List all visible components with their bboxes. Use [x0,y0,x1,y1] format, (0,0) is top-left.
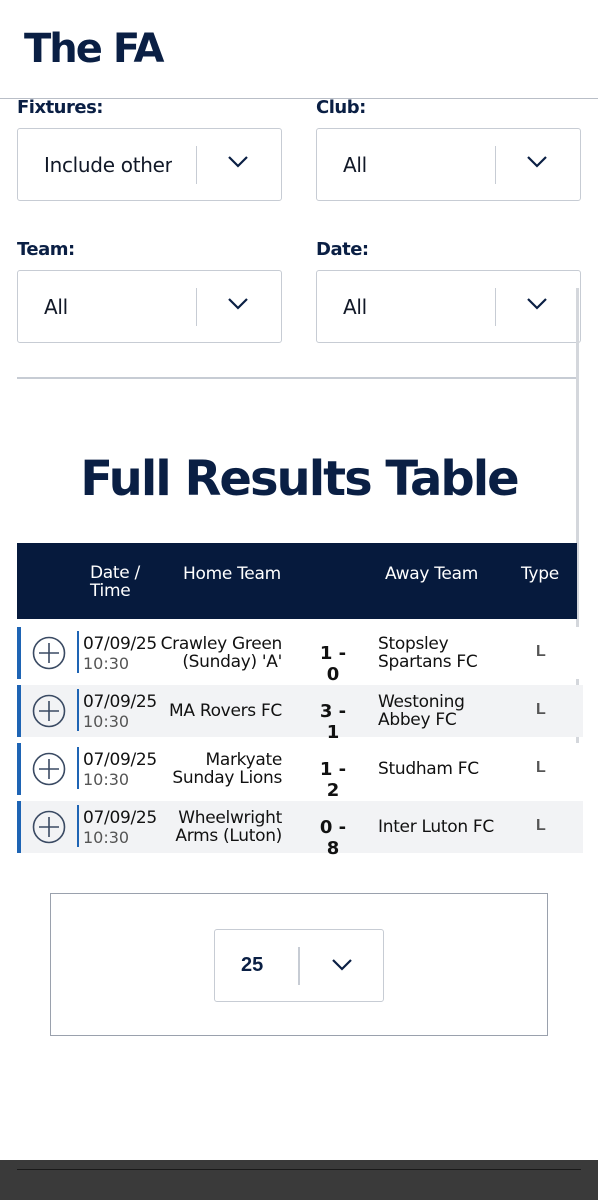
select-divider [195,146,197,184]
match-type: L [536,817,546,834]
select-divider [494,146,496,184]
match-type: L [536,701,546,718]
team-select[interactable]: All [17,270,282,343]
match-score: 0 - 8 [319,817,347,859]
fixtures-label: Fixtures: [17,97,104,118]
match-score: 1 - 0 [319,643,347,685]
chevron-down-icon [228,156,248,168]
chevron-down-icon [527,156,547,168]
fixtures-select-value: Include other g [44,153,172,177]
select-divider [494,288,496,326]
away-team-line2: Abbey FC [378,710,457,730]
fixtures-select[interactable]: Include other g [17,128,282,201]
column-time-label: Time [90,581,131,601]
table-row[interactable]: 07/09/25 10:30 MA Rovers FC 3 - 1 Weston… [17,685,583,743]
away-team-line1: Inter Luton FC [378,817,494,837]
home-team-line1: Crawley Green [160,634,283,654]
chevron-down-icon [527,298,547,310]
select-divider [298,947,300,985]
match-time: 10:30 [83,828,130,847]
away-team[interactable]: Stopsley Spartans FC [378,635,518,671]
results-title: Full Results Table [80,451,519,507]
pagination-panel: 25 [50,893,548,1036]
team-label: Team: [17,239,75,260]
date-select-value: All [343,295,367,319]
away-team[interactable]: Inter Luton FC [378,818,518,836]
match-type: L [536,643,546,660]
fa-logo[interactable]: The FA [24,26,165,72]
away-team-line1: Westoning [378,692,465,712]
home-team-line2: Sunday Lions [172,768,282,788]
column-type: Type [521,564,559,584]
team-select-value: All [44,295,68,319]
table-row[interactable]: 07/09/25 10:30 Crawley Green (Sunday) 'A… [17,627,583,685]
plus-circle-icon[interactable] [32,636,66,670]
away-team-line1: Studham FC [378,759,479,779]
chevron-down-icon [228,298,248,310]
club-label: Club: [316,97,366,118]
home-team[interactable]: Wheelwright Arms (Luton) [132,809,282,845]
column-home-team: Home Team [183,564,281,584]
row-divider [77,747,79,789]
date-label: Date: [316,239,369,260]
section-divider [17,377,577,379]
chevron-down-icon [332,959,352,971]
home-team-line2: (Sunday) 'A' [182,652,282,672]
home-team-line1: Markyate [205,750,282,770]
home-team[interactable]: MA Rovers FC [132,702,282,720]
club-select-value: All [343,153,367,177]
match-time: 10:30 [83,770,130,789]
plus-circle-icon[interactable] [32,810,66,844]
results-table-header: Date / Time Home Team Away Team Type [17,543,577,619]
footer-divider [17,1169,581,1170]
site-header: The FA [0,0,598,99]
page-size-select[interactable]: 25 [214,929,384,1002]
match-score: 1 - 2 [319,759,347,801]
row-divider [77,805,79,847]
table-row[interactable]: 07/09/25 10:30 Markyate Sunday Lions 1 -… [17,743,583,801]
table-row[interactable]: 07/09/25 10:30 Wheelwright Arms (Luton) … [17,801,583,859]
row-divider [77,631,79,673]
home-team[interactable]: Markyate Sunday Lions [132,751,282,787]
plus-circle-icon[interactable] [32,752,66,786]
site-footer [0,1160,598,1200]
club-select[interactable]: All [316,128,581,201]
away-team[interactable]: Westoning Abbey FC [378,693,518,729]
scrollbar[interactable] [576,288,579,753]
page-size-value: 25 [241,954,264,976]
match-time: 10:30 [83,654,130,673]
column-date-label: Date / [90,563,140,583]
match-score: 3 - 1 [319,701,347,743]
away-team[interactable]: Studham FC [378,760,518,778]
match-time: 10:30 [83,712,130,731]
home-team-line1: Wheelwright [178,808,282,828]
match-type: L [536,759,546,776]
date-select[interactable]: All [316,270,581,343]
column-date-time: Date / Time [90,564,140,600]
home-team-line1: MA Rovers FC [169,701,282,721]
home-team[interactable]: Crawley Green (Sunday) 'A' [132,634,283,672]
row-divider [77,689,79,731]
away-team-line2: Spartans FC [378,652,478,672]
plus-circle-icon[interactable] [32,694,66,728]
home-team-line2: Arms (Luton) [175,826,282,846]
column-away-team: Away Team [385,564,478,584]
select-divider [195,288,197,326]
away-team-line1: Stopsley [378,634,449,654]
